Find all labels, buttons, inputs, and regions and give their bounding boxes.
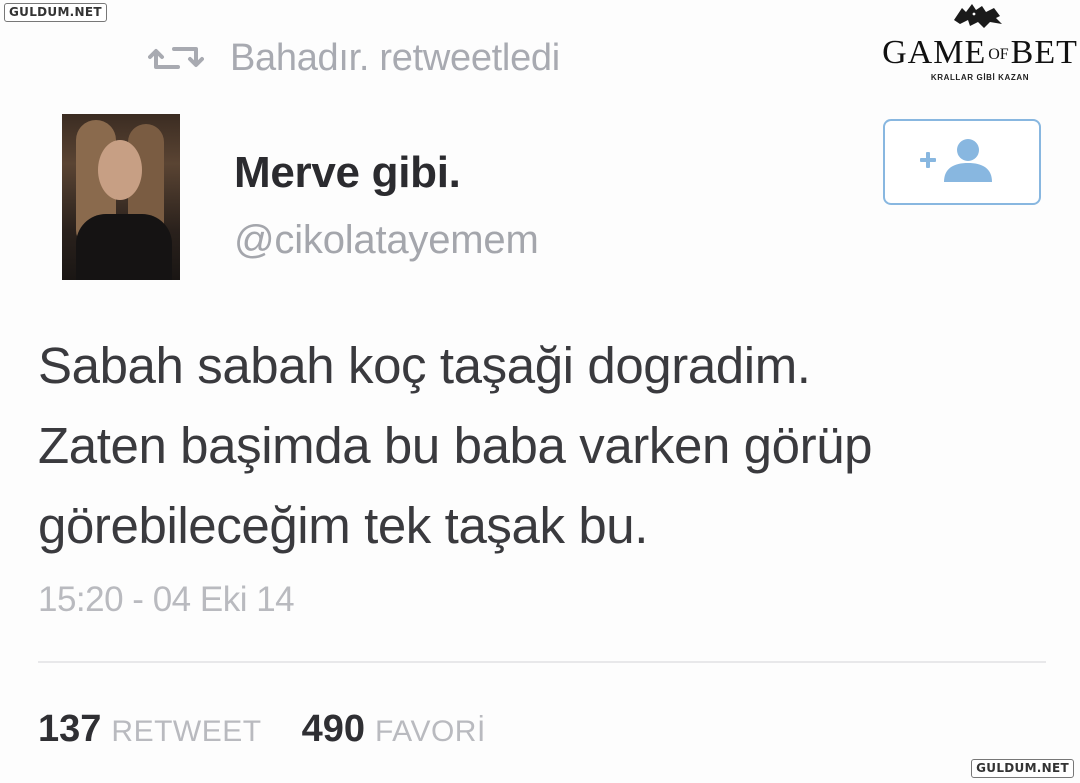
tweet-line: Sabah sabah koç taşaği dogradim. xyxy=(38,337,811,394)
favorite-count[interactable]: 490 xyxy=(302,708,365,751)
watermark-top: GULDUM.NET xyxy=(4,3,107,22)
retweet-count[interactable]: 137 xyxy=(38,708,101,751)
user-display-name[interactable]: Merve gibi. xyxy=(234,148,461,198)
favorite-label: FAVORİ xyxy=(374,715,486,748)
tweet-line: görebileceğim tek taşak bu. xyxy=(38,497,649,554)
brand-tagline: KRALLAR GİBİ KAZAN xyxy=(930,73,1030,82)
retweet-icon xyxy=(148,47,204,69)
retweet-context: Bahadır. retweetledi xyxy=(148,36,560,80)
tweet-text: Sabah sabah koç taşaği dogradim. Zaten b… xyxy=(38,326,1038,566)
tweet-stats: 137 RETWEET 490 FAVORİ xyxy=(38,708,486,751)
tweet-timestamp[interactable]: 15:20 - 04 Eki 14 xyxy=(38,580,295,620)
divider xyxy=(38,661,1046,663)
wolf-emblem-icon xyxy=(954,4,1002,28)
brand-logo: GAME OFBET KRALLAR GİBİ KAZAN xyxy=(880,0,1080,90)
brand-name: GAME OFBET xyxy=(882,34,1078,71)
add-user-icon xyxy=(920,139,992,182)
avatar[interactable] xyxy=(62,114,180,280)
retweet-label: RETWEET xyxy=(111,715,262,748)
retweet-by-text[interactable]: Bahadır. retweetledi xyxy=(230,37,560,80)
user-handle[interactable]: @cikolatayemem xyxy=(234,218,539,263)
follow-button[interactable] xyxy=(883,119,1041,205)
tweet-line: Zaten başimda bu baba varken görüp xyxy=(38,417,873,474)
watermark-bottom: GULDUM.NET xyxy=(971,759,1074,778)
